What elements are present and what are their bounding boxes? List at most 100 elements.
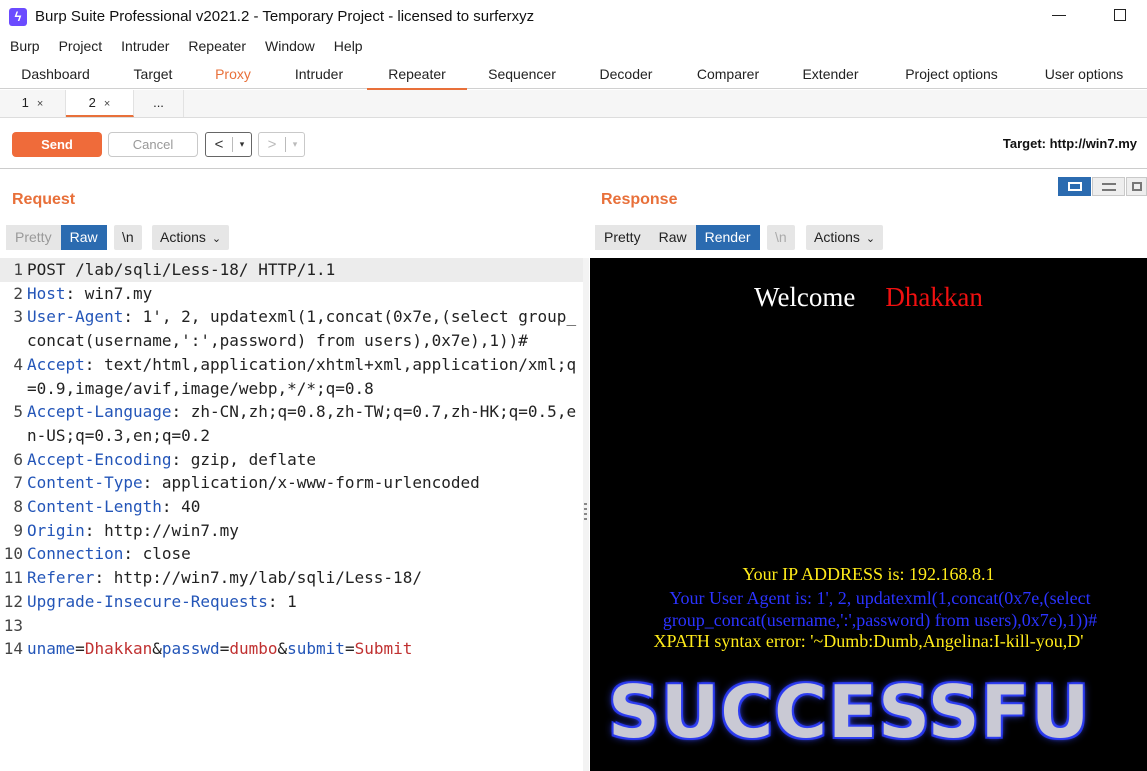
layout-tabs-button[interactable] [1126, 177, 1147, 196]
tab-decoder[interactable]: Decoder [577, 60, 675, 89]
tab-project-options[interactable]: Project options [880, 60, 1023, 89]
header-line: 2 Host: win7.my [13, 283, 153, 303]
drag-handle-icon[interactable] [584, 503, 587, 521]
header-key: Accept-Language [27, 402, 172, 422]
chevron-down-icon: ⌄ [211, 233, 222, 245]
close-icon[interactable]: × [104, 98, 110, 110]
header-key: Content-Length [27, 497, 162, 517]
maximize-icon[interactable] [1114, 9, 1126, 21]
header-line: 4 Accept: text/html,application/xhtml+xml… [13, 354, 577, 398]
header-line: 11 Referer: http://win7.my/lab/sqli/Less-… [3, 568, 422, 588]
chevron-left-icon: < [214, 136, 224, 153]
tab-proxy[interactable]: Proxy [195, 60, 271, 89]
menu-bar: Burp Project Intruder Repeater Window He… [0, 35, 372, 57]
param-key: passwd [161, 639, 220, 659]
chevron-down-icon: ⌄ [865, 233, 876, 245]
header-key: User-Agent [27, 307, 124, 327]
welcome-text: Welcome [754, 282, 856, 312]
layout-side-by-side-button[interactable] [1058, 177, 1091, 196]
tab-comparer[interactable]: Comparer [675, 60, 781, 89]
header-line: 5 Accept-Language: zh-CN,zh;q=0.8,zh-TW;q… [13, 402, 577, 445]
window-title: Burp Suite Professional v2021.2 - Tempor… [35, 8, 535, 25]
success-banner: SUCCESSFU [608, 670, 1091, 754]
response-title: Response [601, 191, 678, 208]
tab-target[interactable]: Target [111, 60, 195, 89]
response-view-toggle: Pretty Raw Render [595, 225, 760, 250]
actions-dropdown[interactable]: Actions ⌄ [152, 225, 230, 250]
header-value: : http://win7.my [84, 520, 239, 540]
header-value: : win7.my [65, 283, 153, 303]
header-key: Host [27, 283, 66, 303]
ip-address-text: Your IP ADDRESS is: 192.168.8.1 [742, 564, 995, 584]
tabs-icon [1131, 182, 1142, 191]
menu-burp[interactable]: Burp [0, 35, 49, 57]
header-key: Connection [27, 544, 124, 564]
cancel-button[interactable]: Cancel [108, 132, 198, 157]
menu-project[interactable]: Project [49, 35, 112, 57]
request-editor[interactable]: 1 POST /lab/sqli/Less-18/ HTTP/1.1 2 Host:… [0, 258, 583, 771]
menu-window[interactable]: Window [255, 35, 324, 57]
minimize-icon[interactable] [1052, 15, 1066, 16]
actions-label: Actions [160, 229, 206, 245]
send-button[interactable]: Send [12, 132, 102, 157]
request-line: 1 POST /lab/sqli/Less-18/ HTTP/1.1 [0, 258, 583, 282]
pretty-button[interactable]: Pretty [595, 225, 650, 250]
header-line: 3 User-Agent: 1', 2, updatexml(1,concat(0… [13, 307, 577, 351]
header-value: : 40 [161, 497, 201, 517]
tab-extender[interactable]: Extender [781, 60, 880, 89]
header-key: Accept [27, 354, 85, 374]
pretty-button[interactable]: Pretty [6, 225, 61, 250]
tab-repeater[interactable]: Repeater [367, 60, 467, 90]
header-key: Accept-Encoding [27, 449, 172, 469]
header-key: Content-Type [27, 473, 143, 493]
columns-icon [1067, 182, 1082, 191]
header-value: : 1 [267, 591, 297, 611]
close-icon[interactable]: × [37, 98, 43, 110]
blank-line: 13 [3, 615, 23, 635]
header-key: Upgrade-Insecure-Requests [27, 591, 268, 611]
menu-repeater[interactable]: Repeater [178, 35, 255, 57]
repeater-tab-label: 2 [88, 95, 96, 110]
xpath-error-text: XPATH syntax error: '~Dumb:Dumb,Angelina… [653, 631, 1084, 651]
title-bar: ϟ Burp Suite Professional v2021.2 - Temp… [0, 0, 1147, 33]
chevron-right-icon: > [267, 136, 277, 153]
raw-button[interactable]: Raw [60, 225, 107, 250]
menu-intruder[interactable]: Intruder [111, 35, 178, 57]
param-key: uname [27, 639, 76, 659]
header-line: 9 Origin: http://win7.my [13, 520, 239, 540]
burp-lightning-icon: ϟ [9, 7, 27, 26]
header-key: Referer [27, 568, 95, 588]
back-button[interactable]: < ▾ [205, 132, 252, 157]
repeater-tab-2[interactable]: 2 × [66, 90, 134, 117]
param-key: submit [287, 639, 345, 659]
render-button[interactable]: Render [695, 225, 760, 250]
header-value: : close [123, 544, 191, 564]
actions-dropdown[interactable]: Actions ⌄ [806, 225, 884, 250]
forward-button[interactable]: > ▾ [258, 132, 305, 157]
response-render-view: Welcome Dhakkan Your IP ADDRESS is: 192.1… [590, 258, 1147, 771]
menu-help[interactable]: Help [324, 35, 372, 57]
header-value: : gzip, deflate [171, 449, 317, 469]
repeater-tab-1[interactable]: 1 × [0, 90, 66, 117]
header-line: 10 Connection: close [3, 544, 191, 564]
user-agent-text: Your User Agent is: 1', 2, updatexml(1,c… [662, 588, 1098, 630]
param-value: dumbo [229, 639, 278, 659]
tab-sequencer[interactable]: Sequencer [467, 60, 577, 89]
chevron-down-icon[interactable]: ▾ [286, 139, 304, 150]
newline-toggle[interactable]: \n [114, 225, 142, 250]
chevron-down-icon[interactable]: ▾ [233, 139, 251, 150]
repeater-toolbar: Send Cancel < ▾ > ▾ Target: http://win7.… [0, 119, 1147, 169]
tab-intruder[interactable]: Intruder [271, 60, 367, 89]
target-label[interactable]: Target: http://win7.my [1003, 136, 1137, 151]
header-line: 8 Content-Length: 40 [13, 497, 201, 517]
repeater-tab-label: 1 [21, 95, 29, 110]
raw-button[interactable]: Raw [649, 225, 696, 250]
welcome-heading: Welcome Dhakkan [590, 282, 1147, 313]
newline-toggle[interactable]: \n [767, 225, 795, 250]
tab-dashboard[interactable]: Dashboard [0, 60, 111, 89]
tab-user-options[interactable]: User options [1023, 60, 1145, 89]
header-value: : http://win7.my/lab/sqli/Less-18/ [94, 568, 422, 588]
new-tab-button[interactable]: ... [134, 90, 184, 117]
layout-stacked-button[interactable] [1092, 177, 1125, 196]
header-key: Origin [27, 520, 85, 540]
